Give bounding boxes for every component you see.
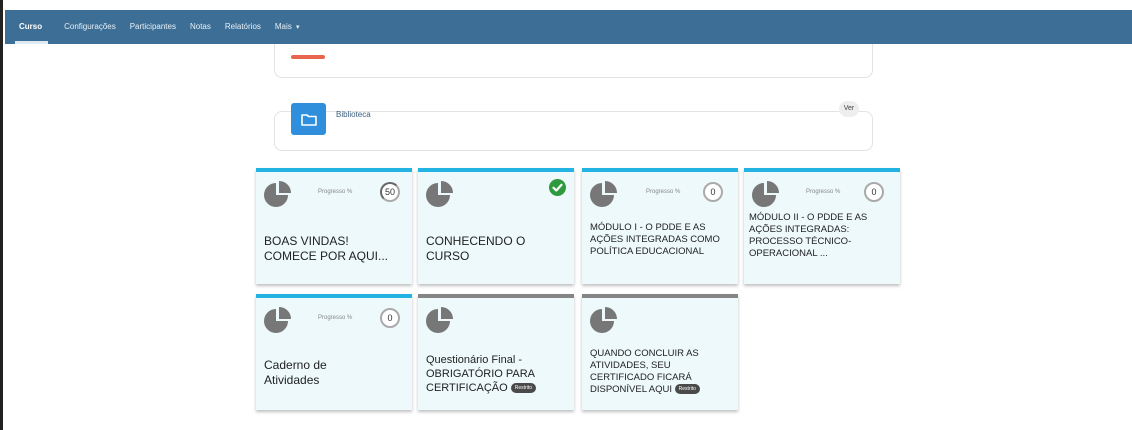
tile-title: BOAS VINDAS! COMECE POR AQUI... bbox=[264, 234, 389, 263]
nav-tab-mais-label: Mais bbox=[274, 22, 292, 31]
course-tile[interactable]: Progresso % 0 Caderno de Atividades bbox=[256, 294, 412, 410]
tile-title: CONHECENDO O CURSO bbox=[426, 234, 526, 263]
course-tile[interactable]: CONHECENDO O CURSO bbox=[418, 168, 574, 284]
progress-value: 0 bbox=[703, 182, 723, 202]
restricted-badge: Restrito bbox=[674, 384, 700, 395]
course-tile-restricted[interactable]: QUANDO CONCLUIR AS ATIVIDADES, SEU CERTI… bbox=[582, 294, 738, 410]
activity-color-bar bbox=[291, 55, 325, 59]
complete-check-icon bbox=[549, 179, 566, 196]
nav-tab-mais[interactable]: Mais ▾ bbox=[261, 10, 300, 44]
progress-label: Progresso % bbox=[318, 189, 353, 195]
tile-title: Questionário Final - OBRIGATÓRIO PARA CE… bbox=[426, 354, 566, 395]
nav-tab-curso[interactable]: Curso bbox=[5, 10, 49, 44]
nav-tab-participantes[interactable]: Participantes bbox=[116, 10, 176, 44]
pie-chart-icon bbox=[752, 181, 779, 207]
pie-chart-icon bbox=[264, 307, 291, 333]
nav-tab-notas[interactable]: Notas bbox=[176, 10, 211, 44]
tile-title: MÓDULO II - O PDDE E AS AÇÕES INTEGRADAS… bbox=[749, 212, 868, 259]
tile-title: QUANDO CONCLUIR AS ATIVIDADES, SEU CERTI… bbox=[590, 348, 730, 396]
progress-label: Progresso % bbox=[646, 189, 681, 195]
pie-chart-icon bbox=[426, 181, 453, 207]
folder-icon bbox=[291, 103, 326, 135]
course-tile[interactable]: Progresso % 0 MÓDULO II - O PDDE E AS AÇ… bbox=[744, 168, 900, 284]
resource-link-biblioteca[interactable]: Biblioteca bbox=[336, 110, 371, 119]
resource-row: Biblioteca Ver bbox=[274, 101, 873, 151]
nav-tab-configuracoes[interactable]: Configurações bbox=[50, 10, 116, 44]
course-tile[interactable]: Progresso % 0 MÓDULO I - O PDDE E AS AÇÕ… bbox=[582, 168, 738, 284]
tile-title: MÓDULO I - O PDDE E AS AÇÕES INTEGRADAS … bbox=[590, 222, 720, 257]
course-navbar: Curso Configurações Participantes Notas … bbox=[5, 10, 1132, 44]
progress-value: 50 bbox=[380, 182, 400, 202]
progress-value: 0 bbox=[864, 182, 884, 202]
chevron-down-icon: ▾ bbox=[296, 24, 300, 31]
pie-chart-icon bbox=[264, 181, 291, 207]
course-tile-restricted[interactable]: Questionário Final - OBRIGATÓRIO PARA CE… bbox=[418, 294, 574, 410]
window-left-edge bbox=[0, 0, 3, 430]
pie-chart-icon bbox=[426, 307, 453, 333]
section-card-partial bbox=[274, 44, 873, 78]
tile-title: Caderno de Atividades bbox=[264, 358, 327, 387]
pie-chart-icon bbox=[590, 181, 617, 207]
view-button[interactable]: Ver bbox=[839, 101, 859, 117]
progress-label: Progresso % bbox=[806, 189, 841, 195]
progress-label: Progresso % bbox=[318, 315, 353, 321]
pie-chart-icon bbox=[590, 307, 617, 333]
nav-tab-relatorios[interactable]: Relatórios bbox=[211, 10, 261, 44]
restricted-badge: Restrito bbox=[510, 382, 536, 393]
progress-value: 0 bbox=[380, 308, 400, 328]
course-tile[interactable]: Progresso % 50 BOAS VINDAS! COMECE POR A… bbox=[256, 168, 412, 284]
